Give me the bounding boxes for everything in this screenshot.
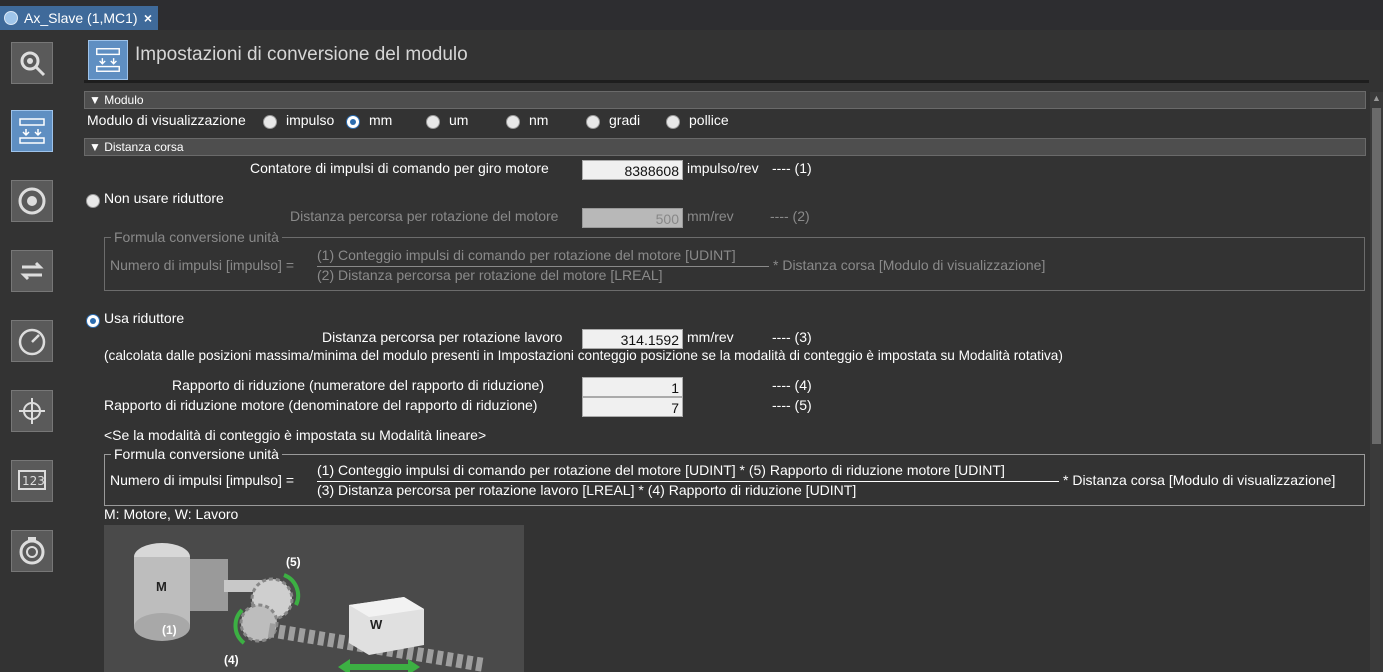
svg-text:123: 123 [22,474,45,488]
section-header-travel[interactable]: ▼ Distanza corsa [84,138,1366,156]
diagram-work-label: W [370,617,383,632]
reducer-diagram-drawing [134,543,486,672]
formula1-numerator: (1) Conteggio impulsi di comando per rot… [317,247,736,263]
title-divider [84,80,1369,83]
scroll-up-arrow-icon[interactable]: ▲ [1370,92,1383,105]
radio-pollice[interactable] [666,115,680,129]
document-tabstrip: Ax_Slave (1,MC1) × [0,0,1383,30]
unit-conversion-panel: Impostazioni di conversione del modulo ▼… [80,32,1383,672]
diagram-label-1: (1) [162,623,177,637]
formula1-lhs: Numero di impulsi [impulso] = [110,257,295,273]
operation-settings-icon[interactable] [11,180,53,222]
radio-no-reducer[interactable] [86,194,100,208]
axis-settings-icon[interactable] [11,42,53,84]
formula1-rhs: * Distanza corsa [Modulo di visualizzazi… [773,257,1046,273]
formula2-rhs: * Distanza corsa [Modulo di visualizzazi… [1063,472,1336,488]
servo-drive-icon[interactable]: 123 [11,460,53,502]
display-unit-label: Modulo di visualizzazione [87,112,246,128]
homing-icon[interactable] [11,530,53,572]
no-reducer-label[interactable]: Non usare riduttore [104,190,224,206]
radio-mm[interactable] [346,115,360,129]
diagram-label-4: (4) [224,653,239,667]
work-travel-note: (calcolata dalle posizioni massima/minim… [104,348,1063,363]
other-operation-icon[interactable] [11,250,53,292]
gear-numerator-field[interactable]: 1 [582,377,683,397]
pulse-count-unit: impulso/rev [687,160,759,176]
section-header-unit[interactable]: ▼ Modulo [84,91,1366,109]
tab-label: Ax_Slave (1,MC1) [24,10,138,26]
radio-mm-label[interactable]: mm [369,112,392,128]
gear-numerator-label: Rapporto di riduzione (numeratore del ra… [172,377,544,393]
diagram-motor-label: M [156,579,167,594]
work-travel-ref: ---- (3) [772,329,812,345]
unit-conversion-icon [88,40,128,80]
tab-ax-slave[interactable]: Ax_Slave (1,MC1) × [0,6,158,30]
axis-icon [4,11,18,25]
work-travel-unit: mm/rev [687,329,734,345]
work-travel-label: Distanza percorsa per rotazione lavoro [322,329,563,345]
work-travel-field[interactable]: 314.1592 [582,329,683,349]
travel-per-rev-ref: ---- (2) [770,208,810,224]
formula-legend: Formula conversione unità [111,446,282,462]
pulse-count-ref: ---- (1) [772,160,812,176]
travel-per-rev-field[interactable]: 500 [582,208,683,228]
radio-pollice-label[interactable]: pollice [689,112,729,128]
radio-gradi[interactable] [586,115,600,129]
pulse-count-field[interactable]: 8388608 [582,160,683,180]
use-reducer-label[interactable]: Usa riduttore [104,310,184,326]
settings-navigation: 123 [0,32,70,672]
formula-legend: Formula conversione unità [111,229,282,245]
gear-numerator-ref: ---- (4) [772,377,812,393]
gear-denominator-ref: ---- (5) [772,397,812,413]
page-title: Impostazioni di conversione del modulo [135,44,468,65]
radio-nm[interactable] [506,115,520,129]
formula2-numerator: (1) Conteggio impulsi di comando per rot… [317,462,1005,478]
gear-denominator-field[interactable]: 7 [582,397,683,417]
radio-impulso-label[interactable]: impulso [286,112,334,128]
formula1-denominator: (2) Distanza percorsa per rotazione del … [317,267,663,283]
formula2-denominator: (3) Distanza percorsa per rotazione lavo… [317,482,857,498]
diagram-label-5: (5) [286,555,301,569]
radio-nm-label[interactable]: nm [529,112,548,128]
radio-impulso[interactable] [263,115,277,129]
tabstrip-empty-area [158,6,1383,30]
motor-work-legend: M: Motore, W: Lavoro [104,506,239,522]
linear-mode-note: <Se la modalità di conteggio è impostata… [104,427,487,443]
travel-per-rev-unit: mm/rev [687,208,734,224]
limit-settings-icon[interactable] [11,320,53,362]
radio-um-label[interactable]: um [449,112,468,128]
radio-um[interactable] [426,115,440,129]
position-count-icon[interactable] [11,390,53,432]
radio-gradi-label[interactable]: gradi [609,112,640,128]
radio-use-reducer[interactable] [86,314,100,328]
scroll-thumb[interactable] [1372,108,1381,444]
formula2-lhs: Numero di impulsi [impulso] = [110,472,295,488]
unit-conversion-icon[interactable] [11,110,53,152]
travel-per-rev-label: Distanza percorsa per rotazione del moto… [290,208,559,224]
reducer-diagram: M W (1) (4) (5) [104,525,524,672]
close-icon[interactable]: × [144,10,152,26]
gear-denominator-label: Rapporto di riduzione motore (denominato… [104,397,538,413]
vertical-scrollbar[interactable]: ▲ [1370,92,1383,672]
pulse-count-label: Contatore di impulsi di comando per giro… [250,160,549,176]
